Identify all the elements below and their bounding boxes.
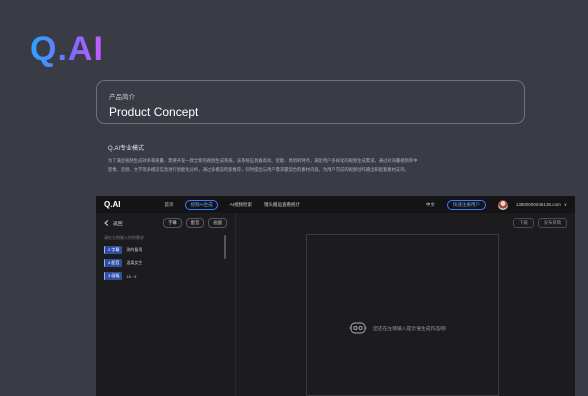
- intro-line-1: 为了满足视频生成效率和质量，需要开发一款全新的视频生成系统。该系统应具备高效、智…: [108, 158, 418, 163]
- intro-line-2: 影像、音频、文字等多模态信息进行智能化分析，通过多模态检索推荐，同时提出与用户需…: [108, 166, 409, 172]
- empty-state: 您还在左侧输入提示语生成作品吧!: [349, 321, 446, 335]
- nav-shot-stats[interactable]: 镜头搬运查看统计: [264, 202, 300, 208]
- intro-section: Q.AI专业模式 为了满足视频生成效率和质量，需要开发一款全新的视频生成系统。该…: [108, 143, 468, 174]
- list-hint: 请在左侧输入你的需求: [104, 235, 144, 240]
- user-email[interactable]: 13800000046135.com: [516, 202, 561, 207]
- subtitle-tool-button[interactable]: 字幕: [163, 218, 182, 228]
- preview-toolbar: 下载 发布草稿: [513, 218, 567, 228]
- option-tag: 4 配音: [104, 259, 123, 267]
- intro-title: Q.AI专业模式: [108, 146, 145, 152]
- publish-draft-button[interactable]: 发布草稿: [537, 218, 567, 228]
- back-label: 返回: [113, 221, 123, 227]
- app-topbar: Q.AI 首页 视频AI生成 AI视频检索 镜头搬运查看统计 中文 快速注册用户…: [96, 196, 575, 213]
- option-value: 16 : 9: [126, 273, 137, 279]
- concept-subtitle: 产品简介: [109, 94, 135, 101]
- empty-state-text: 您还在左侧输入提示语生成作品吧!: [373, 326, 447, 332]
- scrollbar[interactable]: [224, 235, 226, 259]
- settings-panel: 返回 字幕 配音 画面 请在左侧输入你的需求 2 字幕 测的备用 4 配音 温柔…: [96, 213, 236, 396]
- frame-tool-button[interactable]: 画面: [208, 218, 227, 228]
- language-select[interactable]: 中文: [426, 202, 435, 208]
- chevron-left-icon: [104, 220, 109, 226]
- option-tag: 2 字幕: [104, 246, 123, 254]
- list-item[interactable]: 3 画幅 16 : 9: [104, 272, 228, 280]
- avatar[interactable]: [497, 199, 508, 210]
- app-screenshot: Q.AI 首页 视频AI生成 AI视频检索 镜头搬运查看统计 中文 快速注册用户…: [96, 196, 575, 396]
- option-tag: 3 画幅: [104, 272, 123, 280]
- product-concept-card: 产品简介 Product Concept: [96, 80, 525, 124]
- app-logo[interactable]: Q.AI: [104, 200, 120, 209]
- video-preview-frame: 您还在左侧输入提示语生成作品吧!: [306, 234, 499, 396]
- chevron-down-icon[interactable]: ∨: [564, 202, 567, 208]
- preview-panel: 下载 发布草稿 您还在左侧输入提示语生成作品吧!: [236, 213, 575, 396]
- voice-tool-button[interactable]: 配音: [185, 218, 205, 228]
- user-type-button[interactable]: 快速注册用户: [446, 199, 486, 210]
- nav-ai-video-search[interactable]: AI视频检索: [230, 202, 252, 208]
- nav-video-ai-generate[interactable]: 视频AI生成: [185, 199, 218, 210]
- back-button[interactable]: 返回: [104, 220, 123, 227]
- nav-home[interactable]: 首页: [164, 202, 173, 208]
- option-value: 测的备用: [126, 247, 143, 252]
- list-item[interactable]: 2 字幕 测的备用: [104, 246, 228, 254]
- panel-header: 返回 字幕 配音 画面: [96, 213, 235, 233]
- concept-title: Product Concept: [109, 105, 199, 119]
- intro-text: 为了满足视频生成效率和质量，需要开发一款全新的视频生成系统。该系统应具备高效、智…: [108, 157, 468, 174]
- option-list: 请在左侧输入你的需求 2 字幕 测的备用 4 配音 温柔女生 3 画幅 16 :…: [104, 235, 228, 395]
- download-button[interactable]: 下载: [513, 218, 534, 228]
- option-value: 温柔女生: [126, 260, 143, 265]
- robot-icon: [349, 322, 367, 334]
- brand-logo: Q.AI: [30, 30, 104, 68]
- list-item[interactable]: 4 配音 温柔女生: [104, 259, 228, 267]
